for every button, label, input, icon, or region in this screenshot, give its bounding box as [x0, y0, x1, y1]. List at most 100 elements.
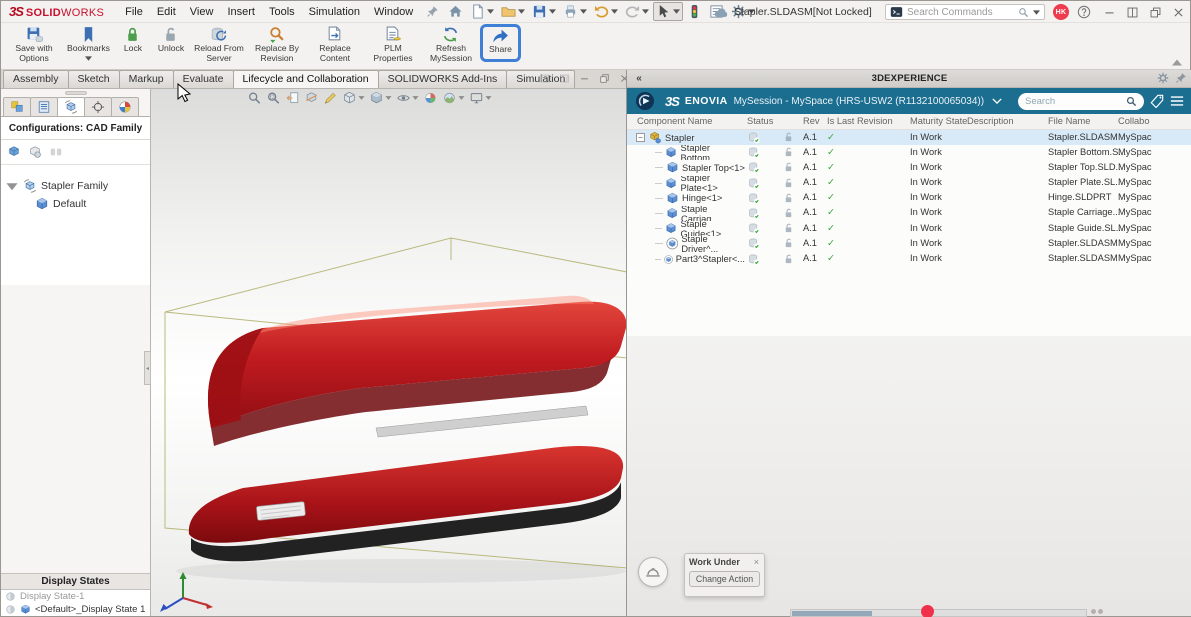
column-header-description[interactable]: Description	[967, 116, 1014, 126]
unlock-button[interactable]: Unlock	[152, 25, 190, 55]
pane-right-icon[interactable]	[559, 73, 570, 84]
component-name-cell[interactable]: Stapler Top<1>	[627, 160, 745, 175]
stapler-3d-model[interactable]	[151, 216, 626, 616]
graphics-viewport[interactable]	[151, 89, 626, 616]
panel-splitter-handle[interactable]	[64, 91, 87, 95]
tab-solidworks-add-ins[interactable]: SOLIDWORKS Add-Ins	[377, 70, 508, 88]
component-row-staple-carriag[interactable]: Staple Carriag... A.1 ✓ In Work Staple Carri…	[627, 206, 1191, 221]
menu-edit[interactable]: Edit	[150, 4, 183, 20]
pane-left-icon[interactable]	[539, 73, 550, 84]
column-header-collabo[interactable]: Collabo	[1118, 116, 1150, 126]
panel-collapse-arrow[interactable]: ◂	[144, 351, 151, 385]
tree-item-default[interactable]: Default	[5, 195, 146, 213]
menu-simulation[interactable]: Simulation	[302, 4, 367, 20]
assistant-avatar[interactable]	[638, 557, 668, 587]
appearance-ball-button[interactable]	[423, 91, 437, 105]
component-row-hinge-1[interactable]: Hinge<1> A.1 ✓ In Work Hinge.SLDPRT MySpac	[627, 191, 1191, 206]
tab-markup[interactable]: Markup	[118, 70, 174, 88]
search-icon[interactable]	[1126, 96, 1137, 107]
component-row-stapler[interactable]: − Stapler A.1 ✓ In Work Stapler.SLDASM MySpac	[627, 130, 1191, 146]
menu-icon[interactable]	[1170, 95, 1184, 107]
section-view-button[interactable]	[304, 91, 318, 105]
component-row-stapler-bottom[interactable]: Stapler Bottom... A.1 ✓ In Work Stapler Bott…	[627, 145, 1191, 160]
collapse-toolbar-icon[interactable]	[1172, 59, 1182, 66]
home-button[interactable]	[445, 2, 466, 21]
menu-view[interactable]: View	[183, 4, 221, 20]
share-button[interactable]: Share	[479, 24, 521, 62]
component-name-cell[interactable]: Stapler Bottom...	[627, 145, 745, 160]
traffic-light-button[interactable]	[684, 2, 705, 21]
previous-view-button[interactable]	[285, 91, 299, 105]
component-name-cell[interactable]: Hinge<1>	[627, 191, 745, 206]
column-header-component-name[interactable]: Component Name	[637, 116, 712, 126]
config-tool-c-icon[interactable]	[49, 145, 63, 159]
close-button[interactable]	[1172, 6, 1185, 19]
close-popup-icon[interactable]: ×	[753, 557, 760, 567]
component-name-cell[interactable]: − Stapler	[627, 130, 745, 145]
menu-tools[interactable]: Tools	[262, 4, 302, 20]
replace-content-button[interactable]: Replace Content	[306, 25, 364, 64]
manager-tab-configuration-manager[interactable]	[57, 97, 85, 117]
restore-button[interactable]	[1149, 6, 1162, 19]
display-style-button[interactable]	[369, 91, 391, 105]
config-tool-b-icon[interactable]	[28, 145, 42, 159]
horizontal-scrollbar[interactable]	[790, 609, 1087, 617]
search-caret-icon[interactable]	[1033, 9, 1040, 15]
component-row-stapler-top-1[interactable]: Stapler Top<1> A.1 ✓ In Work Stapler Top.SLD…	[627, 160, 1191, 175]
panel-pin-icon[interactable]	[1175, 72, 1187, 84]
hide-show-eye-button[interactable]	[396, 91, 418, 105]
component-row-stapler-plate-1[interactable]: Stapler Plate<1> A.1 ✓ In Work Stapler Plate…	[627, 176, 1191, 191]
select-cursor-button[interactable]	[653, 2, 684, 21]
help-icon[interactable]	[1077, 5, 1091, 19]
replace-by-revision-button[interactable]: Replace By Revision	[248, 25, 306, 64]
column-header-status[interactable]: Status	[747, 116, 773, 126]
plm-properties-button[interactable]: PLM Properties	[364, 25, 422, 64]
menu-file[interactable]: File	[118, 4, 150, 20]
component-name-cell[interactable]: Staple Carriag...	[627, 206, 745, 221]
manager-tab-property-manager[interactable]	[30, 97, 58, 117]
tag-icon[interactable]	[1150, 94, 1164, 108]
maximize-button[interactable]	[1126, 6, 1139, 19]
scene-ball-button[interactable]	[442, 91, 464, 105]
change-action-button[interactable]: Change Action	[689, 571, 760, 587]
panel-search-box[interactable]: Search	[1018, 92, 1144, 110]
component-name-cell[interactable]: Part3^Stapler<...	[627, 252, 745, 267]
sketch-button[interactable]	[323, 91, 337, 105]
zoom-area-button[interactable]	[266, 91, 280, 105]
tree-item-stapler-family[interactable]: Stapler Family	[5, 177, 146, 195]
component-row-staple-driver[interactable]: Staple Driver^... A.1 ✓ In Work Stapler.SLDA…	[627, 236, 1191, 252]
manager-tab-dimxpert-manager[interactable]	[84, 97, 112, 117]
config-tool-a-icon[interactable]	[7, 145, 21, 159]
display-state-row[interactable]: Display State-1	[1, 590, 150, 603]
3ds-compass-icon[interactable]	[635, 91, 655, 111]
reload-from-server-button[interactable]: Reload From Server	[190, 25, 248, 64]
bookmarks-button[interactable]: Bookmarks	[63, 25, 114, 62]
tab-lifecycle-and-collaboration[interactable]: Lifecycle and Collaboration	[232, 70, 379, 88]
manager-tab-feature-manager[interactable]	[3, 97, 31, 117]
zoom-fit-button[interactable]	[247, 91, 261, 105]
save-with-options-button[interactable]: Save with Options	[5, 25, 63, 64]
component-row-staple-guide-1[interactable]: Staple Guide<1> A.1 ✓ In Work Staple Guide.S…	[627, 221, 1191, 236]
new-doc-button[interactable]	[467, 2, 497, 21]
search-icon[interactable]	[1018, 7, 1029, 18]
tab-sketch[interactable]: Sketch	[67, 70, 120, 88]
doc-minimize-icon[interactable]	[579, 73, 590, 84]
component-name-cell[interactable]: Staple Driver^...	[627, 236, 745, 252]
component-name-cell[interactable]: Stapler Plate<1>	[627, 176, 745, 191]
component-name-cell[interactable]: Staple Guide<1>	[627, 221, 745, 236]
display-state-row[interactable]: <Default>_Display State 1	[1, 603, 150, 616]
chevron-down-icon[interactable]	[992, 98, 1002, 104]
search-commands-box[interactable]: Search Commands	[885, 4, 1045, 20]
expand-arrow-icon[interactable]	[5, 179, 19, 193]
session-selector[interactable]: MySession - MySpace (HRS-USW2 (R11321000…	[734, 96, 984, 107]
undo-button[interactable]	[591, 2, 621, 21]
save-button[interactable]	[529, 2, 559, 21]
minimize-button[interactable]	[1103, 6, 1116, 19]
collapse-expander[interactable]: −	[636, 133, 645, 143]
component-row-part3-stapler[interactable]: Part3^Stapler<... A.1 ✓ In Work Stapler.SLDA…	[627, 252, 1191, 267]
view-settings-button[interactable]	[469, 91, 491, 105]
open-folder-button[interactable]	[498, 2, 528, 21]
column-header-rev[interactable]: Rev	[803, 116, 820, 126]
manager-tab-display-manager[interactable]	[111, 97, 139, 117]
column-header-maturity-state[interactable]: Maturity State	[910, 116, 967, 126]
